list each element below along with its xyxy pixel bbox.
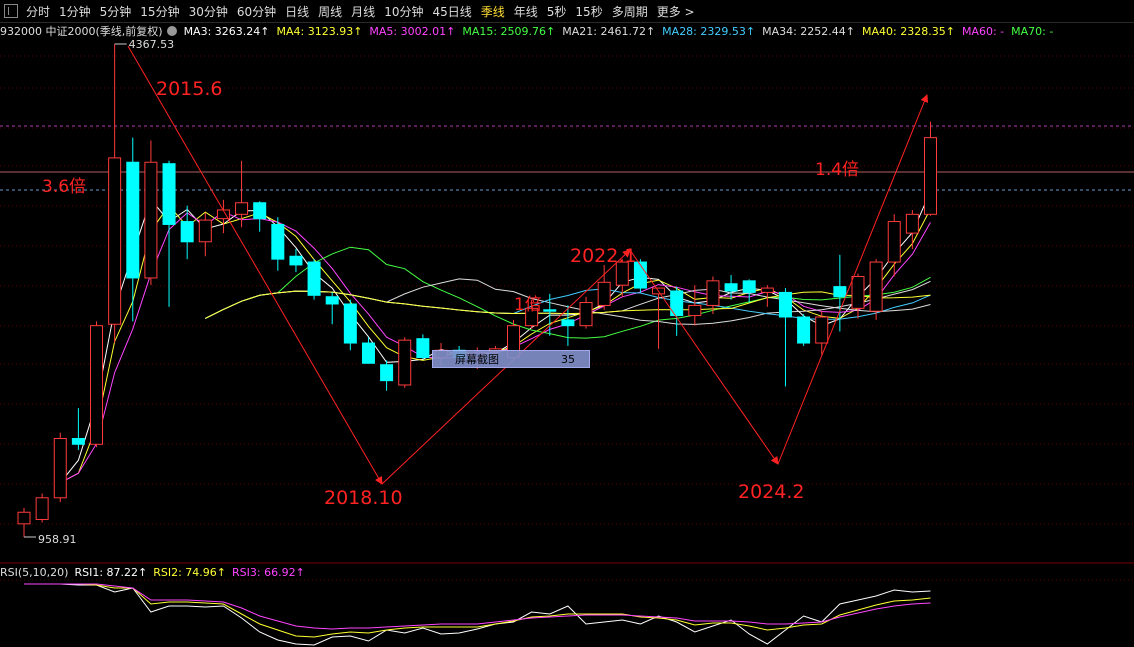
candle-down: [307, 261, 321, 296]
candle-down: [253, 202, 267, 220]
trend-arrow: [127, 45, 383, 485]
high-price-label: 4367.53: [129, 38, 175, 51]
candle-up: [17, 511, 31, 525]
candle-up: [597, 281, 611, 306]
candle-up: [108, 157, 122, 325]
candle-down: [543, 309, 557, 312]
screenshot-label: 屏幕截图: [455, 353, 499, 366]
rsi-legend-item: RSI(5,10,20): [0, 565, 69, 579]
candle-up: [688, 304, 702, 317]
annotation-a36: 3.6倍: [42, 177, 86, 197]
candle-down: [742, 280, 756, 293]
annotation-a2015: 2015.6: [156, 78, 222, 100]
candle-up: [851, 276, 865, 309]
rsi-legend-item: RSI3: 66.92↑: [232, 565, 305, 579]
candle-down: [271, 223, 285, 260]
trend-arrow: [629, 249, 779, 465]
candle-down: [343, 303, 357, 344]
candle-down: [289, 255, 303, 266]
rsi-legend: RSI(5,10,20) RSI1: 87.22↑ RSI2: 74.96↑ RSI3…: [0, 564, 311, 580]
candle-down: [180, 221, 194, 243]
candle-down: [416, 338, 430, 358]
candle-up: [887, 221, 901, 263]
annotation-a2018: 2018.10: [324, 487, 403, 509]
candle-down: [162, 163, 176, 225]
candle-down: [561, 319, 575, 327]
candle-up: [198, 219, 212, 243]
annotation-a1x: 1倍: [514, 295, 542, 315]
candle-down: [325, 296, 339, 305]
candle-up: [90, 325, 104, 445]
annotation-a2024: 2024.2: [738, 481, 804, 503]
rsi3-line: [24, 583, 931, 630]
candle-up: [706, 280, 720, 306]
candle-up: [905, 213, 919, 234]
candle-up: [579, 302, 593, 327]
candle-up: [869, 261, 883, 312]
screenshot-tooltip: 屏幕截图 35: [432, 350, 590, 368]
candle-down: [778, 291, 792, 318]
annotation-a2022: 2022.1: [570, 245, 636, 267]
candle-down: [797, 316, 811, 344]
rsi-legend-item: RSI1: 87.22↑: [74, 565, 148, 579]
ma4-line: [60, 204, 931, 484]
rsi-legend-item: RSI2: 74.96↑: [153, 565, 227, 579]
candle-down: [361, 342, 375, 364]
candle-up: [398, 339, 412, 386]
candle-down: [71, 437, 85, 445]
candle-up: [53, 437, 67, 499]
trend-arrow: [777, 94, 929, 465]
candle-up: [35, 497, 49, 520]
candle-up: [815, 316, 829, 344]
annotation-a14: 1.4倍: [815, 160, 859, 180]
candle-down: [380, 364, 394, 382]
candle-up: [144, 161, 158, 279]
screenshot-value: 35: [561, 352, 575, 366]
candle-down: [724, 283, 738, 292]
candle-up: [235, 202, 249, 215]
candle-up: [760, 287, 774, 293]
candle-down: [833, 286, 847, 298]
candle-down: [126, 161, 140, 279]
low-price-label: 958.91: [38, 533, 77, 546]
candle-up: [924, 137, 937, 215]
rsi1-line: [24, 583, 931, 646]
kline-chart[interactable]: 4367.53 958.91 2015.6 3.6倍 2022.1 1倍 1.4倍 2018.…: [0, 0, 1134, 647]
